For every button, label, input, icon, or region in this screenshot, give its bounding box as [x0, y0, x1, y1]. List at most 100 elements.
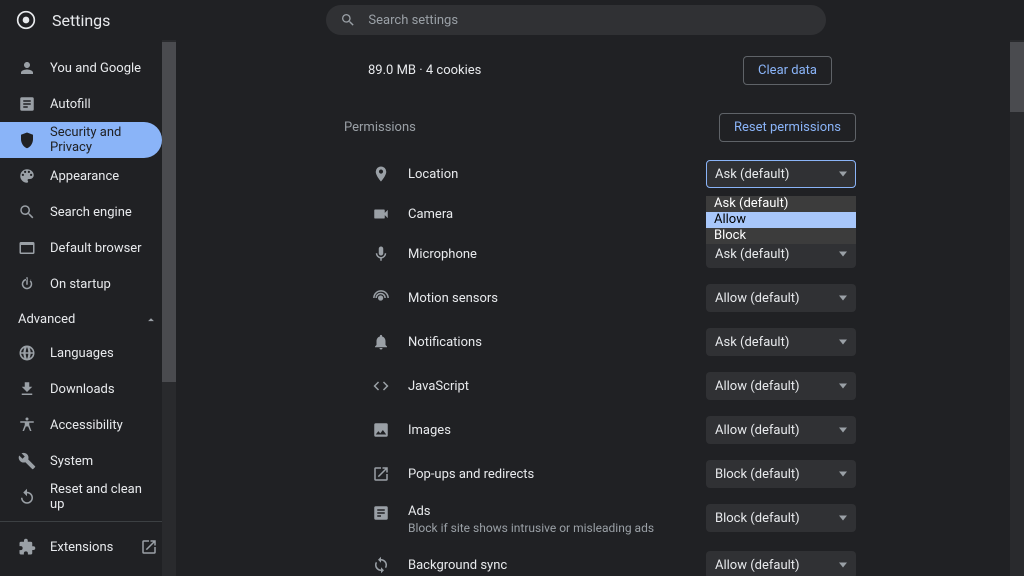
permission-select-pop-ups-and-redirects[interactable]: Block (default): [706, 460, 856, 488]
reset-permissions-button[interactable]: Reset permissions: [719, 113, 856, 142]
sidebar-item-reset-and-clean-up[interactable]: Reset and clean up: [0, 479, 162, 515]
usage-text: 89.0 MB · 4 cookies: [368, 63, 481, 78]
permission-label: Motion sensors: [408, 291, 688, 306]
main-scrollbar[interactable]: [1010, 40, 1024, 576]
sidebar-item-security-and-privacy[interactable]: Security and Privacy: [0, 122, 162, 158]
search-input[interactable]: [368, 13, 812, 28]
permission-label: Background sync: [408, 558, 688, 573]
sidebar-item-on-startup[interactable]: On startup: [0, 266, 162, 302]
sidebar-item-label: Reset and clean up: [50, 482, 144, 512]
sidebar-item-system[interactable]: System: [0, 443, 162, 479]
permission-label: Notifications: [408, 335, 688, 350]
sidebar-item-you-and-google[interactable]: You and Google: [0, 50, 162, 86]
person-icon: [18, 59, 36, 77]
chevron-down-icon: [839, 384, 847, 389]
mic-icon: [372, 245, 390, 263]
appearance-icon: [18, 167, 36, 185]
select-value: Block (default): [715, 467, 800, 482]
sidebar-item-label: Search engine: [50, 205, 132, 220]
permission-dropdown: Ask (default)AllowBlock: [706, 196, 856, 244]
sidebar-item-label: Default browser: [50, 241, 142, 256]
permission-select-ads[interactable]: Block (default): [706, 504, 856, 532]
divider: [0, 521, 176, 522]
permission-sublabel: Block if site shows intrusive or mislead…: [408, 521, 688, 535]
sidebar-item-label: System: [50, 454, 93, 469]
dropdown-option[interactable]: Allow: [706, 212, 856, 228]
dropdown-option[interactable]: Block: [706, 228, 856, 244]
select-value: Allow (default): [715, 291, 800, 306]
sync-icon: [372, 556, 390, 574]
permission-row-notifications: Notifications Ask (default): [344, 320, 856, 364]
permission-row-images: Images Allow (default): [344, 408, 856, 452]
permission-select-location[interactable]: Ask (default): [706, 160, 856, 188]
code-icon: [372, 377, 390, 395]
launch-icon: [140, 538, 158, 556]
chevron-down-icon: [839, 472, 847, 477]
sidebar-item-downloads[interactable]: Downloads: [0, 371, 162, 407]
select-value: Ask (default): [715, 247, 789, 262]
permission-row-location: LocationAsk (default)Ask (default)AllowB…: [344, 152, 856, 196]
permission-label: Pop-ups and redirects: [408, 467, 688, 482]
sidebar-item-label: Autofill: [50, 97, 91, 112]
permission-row-background-sync: Background sync Allow (default): [344, 543, 856, 576]
permissions-heading: Permissions: [344, 120, 416, 135]
permission-row-motion-sensors: Motion sensors Allow (default): [344, 276, 856, 320]
clear-data-button[interactable]: Clear data: [743, 56, 832, 85]
sidebar-item-languages[interactable]: Languages: [0, 335, 162, 371]
sidebar-item-accessibility[interactable]: Accessibility: [0, 407, 162, 443]
advanced-label: Advanced: [18, 312, 75, 327]
sidebar: You and Google Autofill Security and Priva…: [0, 40, 176, 576]
select-value: Ask (default): [715, 335, 789, 350]
wrench-icon: [18, 452, 36, 470]
permission-select-background-sync[interactable]: Allow (default): [706, 551, 856, 576]
chevron-down-icon: [839, 340, 847, 345]
chevron-down-icon: [839, 172, 847, 177]
permission-select-images[interactable]: Allow (default): [706, 416, 856, 444]
search-box[interactable]: [326, 5, 826, 35]
location-icon: [372, 165, 390, 183]
chevron-down-icon: [839, 428, 847, 433]
search-icon: [340, 12, 356, 28]
sidebar-advanced-header[interactable]: Advanced: [0, 302, 176, 335]
permission-select-notifications[interactable]: Ask (default): [706, 328, 856, 356]
sidebar-item-autofill[interactable]: Autofill: [0, 86, 162, 122]
shield-icon: [18, 131, 36, 149]
sidebar-extensions[interactable]: Extensions: [0, 528, 176, 566]
sidebar-item-search-engine[interactable]: Search engine: [0, 194, 162, 230]
extensions-label: Extensions: [50, 540, 113, 555]
power-icon: [18, 275, 36, 293]
sidebar-item-appearance[interactable]: Appearance: [0, 158, 162, 194]
sidebar-item-label: You and Google: [50, 61, 141, 76]
permission-label: Images: [408, 423, 688, 438]
permission-label: Microphone: [408, 247, 688, 262]
sidebar-item-label: On startup: [50, 277, 111, 292]
main-content: 89.0 MB · 4 cookies Clear data Permissio…: [176, 40, 1024, 576]
sidebar-item-label: Accessibility: [50, 418, 123, 433]
permission-label: JavaScript: [408, 379, 688, 394]
download-icon: [18, 380, 36, 398]
select-value: Allow (default): [715, 423, 800, 438]
sensors-icon: [372, 289, 390, 307]
bell-icon: [372, 333, 390, 351]
popup-icon: [372, 465, 390, 483]
chrome-logo-icon: [16, 10, 36, 30]
sidebar-scrollbar-thumb[interactable]: [162, 42, 176, 382]
dropdown-option[interactable]: Ask (default): [706, 196, 856, 212]
autofill-icon: [18, 95, 36, 113]
permission-select-motion-sensors[interactable]: Allow (default): [706, 284, 856, 312]
sidebar-item-default-browser[interactable]: Default browser: [0, 230, 162, 266]
main-scrollbar-thumb[interactable]: [1010, 42, 1024, 112]
extension-icon: [18, 538, 36, 556]
reset-icon: [18, 488, 36, 506]
permission-label: Camera: [408, 207, 688, 222]
permission-label: Location: [408, 167, 688, 182]
permission-row-javascript: JavaScript Allow (default): [344, 364, 856, 408]
search-icon: [18, 203, 36, 221]
top-bar: Settings: [0, 0, 1024, 40]
sidebar-scrollbar[interactable]: [162, 40, 176, 576]
permission-select-microphone[interactable]: Ask (default): [706, 240, 856, 268]
chevron-down-icon: [839, 296, 847, 301]
globe-icon: [18, 344, 36, 362]
chevron-up-icon: [144, 313, 158, 327]
permission-select-javascript[interactable]: Allow (default): [706, 372, 856, 400]
